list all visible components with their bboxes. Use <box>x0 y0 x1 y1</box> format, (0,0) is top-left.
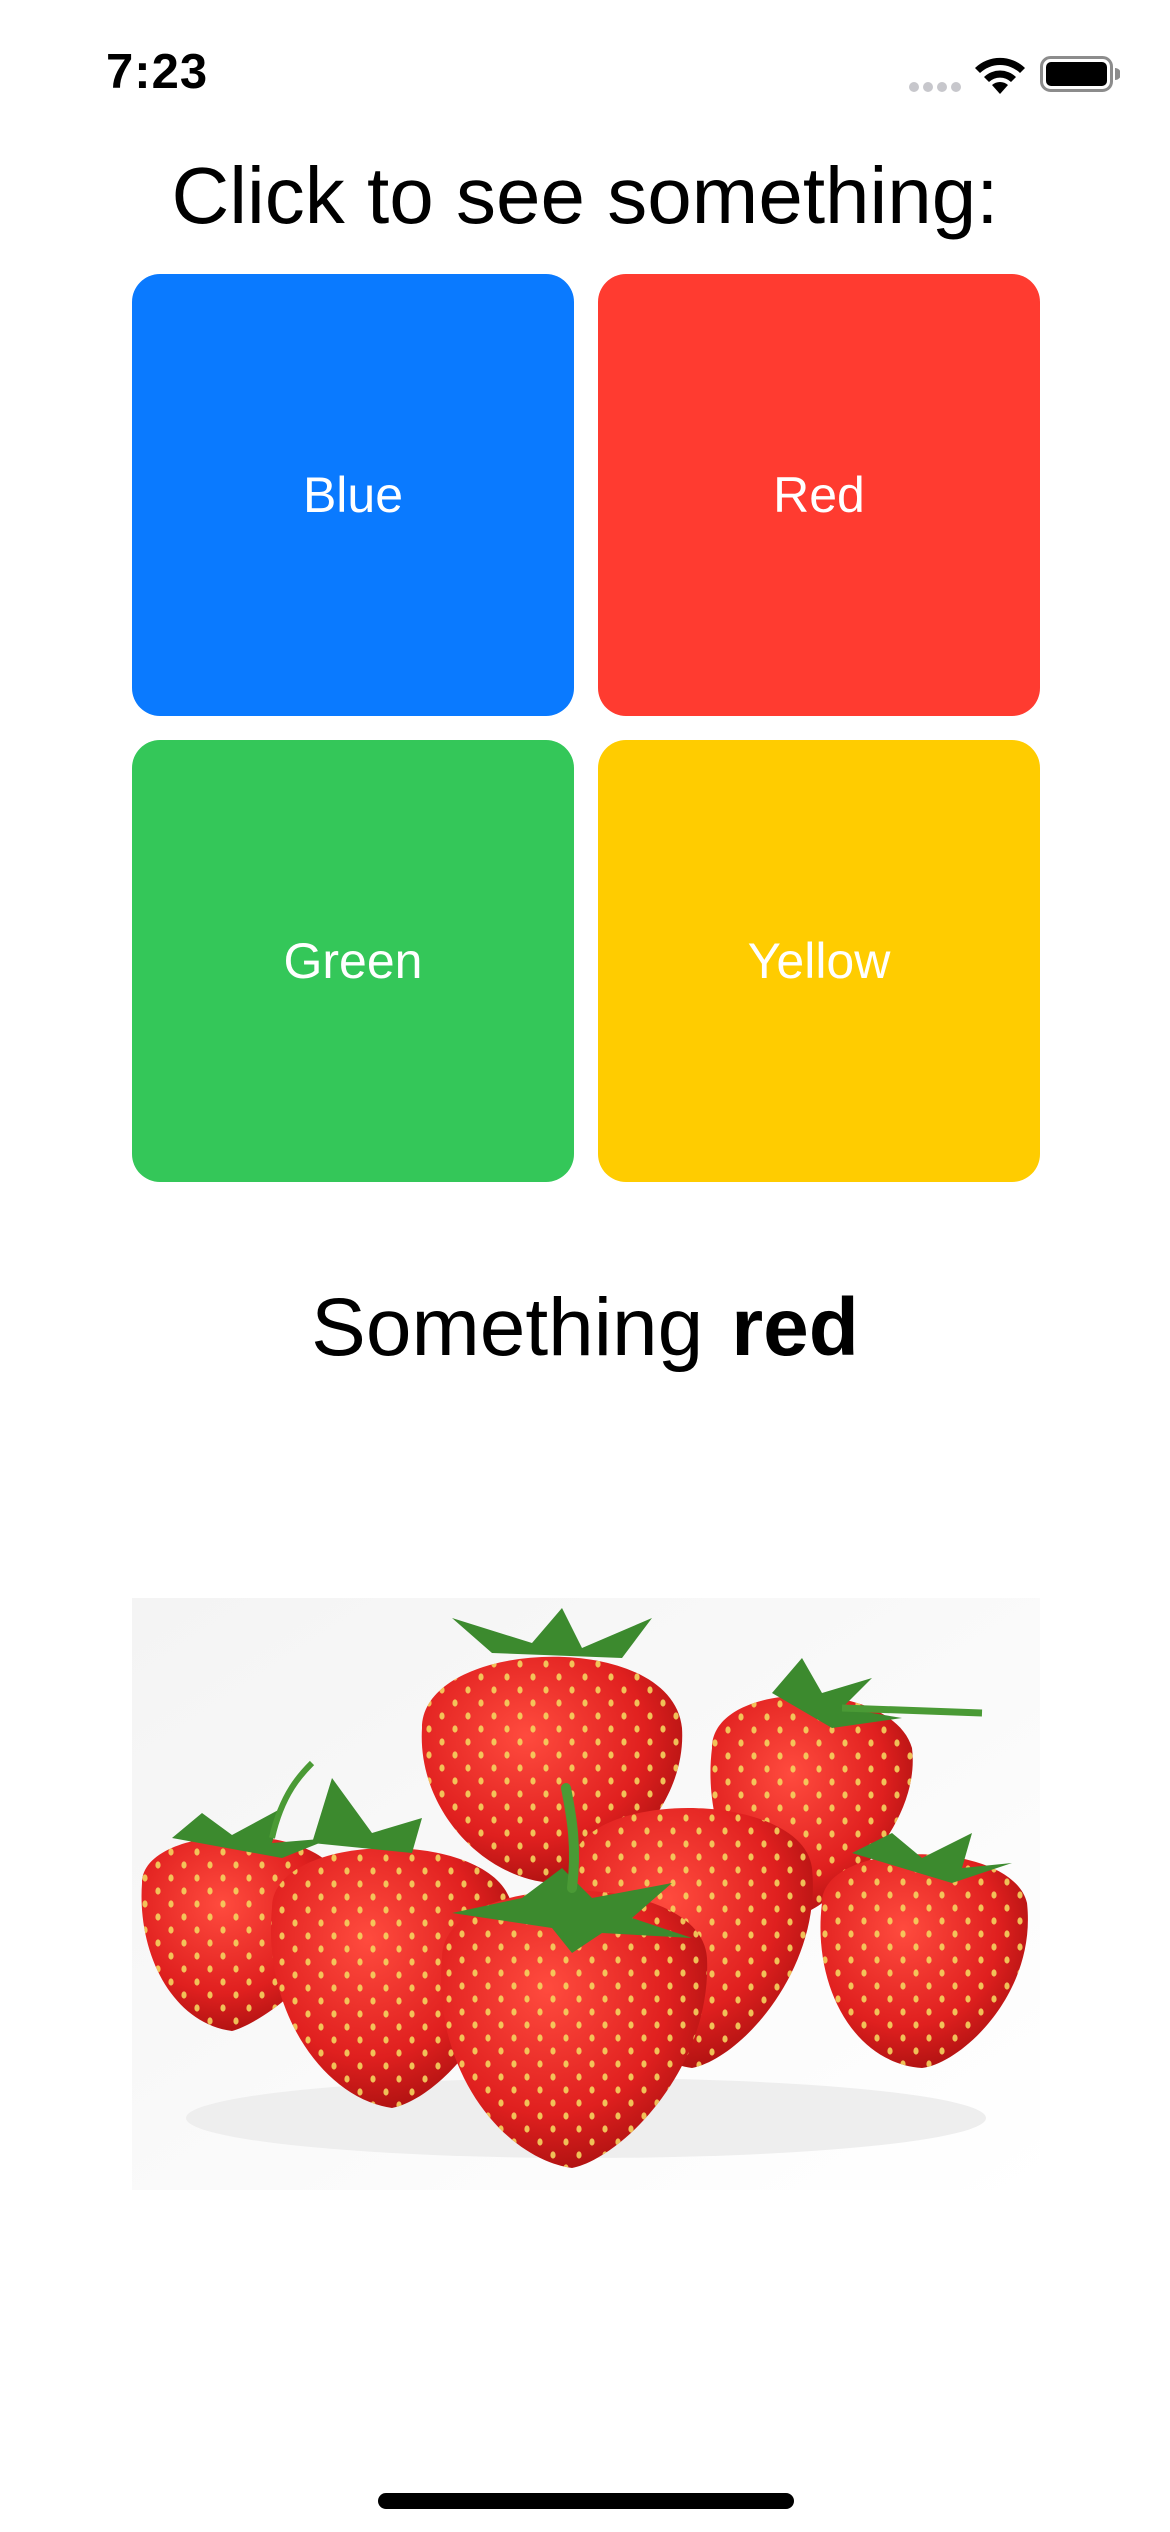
green-button[interactable]: Green <box>132 740 574 1182</box>
wifi-icon <box>975 57 1025 94</box>
yellow-button[interactable]: Yellow <box>598 740 1040 1182</box>
status-bar: 7:23 <box>0 0 1170 150</box>
status-time: 7:23 <box>106 45 209 99</box>
blue-button[interactable]: Blue <box>132 274 574 716</box>
cellular-signal-icon <box>909 82 961 92</box>
strawberries-image <box>132 1598 1040 2190</box>
result-caption: Something red <box>0 1278 1170 1378</box>
page-title: Click to see something: <box>171 151 999 240</box>
red-button[interactable]: Red <box>598 274 1040 716</box>
battery-icon <box>1040 56 1120 92</box>
result-prefix: Something <box>311 1282 704 1373</box>
home-indicator[interactable] <box>378 2493 794 2509</box>
result-color-word: red <box>731 1282 859 1373</box>
color-button-grid: Blue Red Green Yellow <box>132 274 1040 1184</box>
